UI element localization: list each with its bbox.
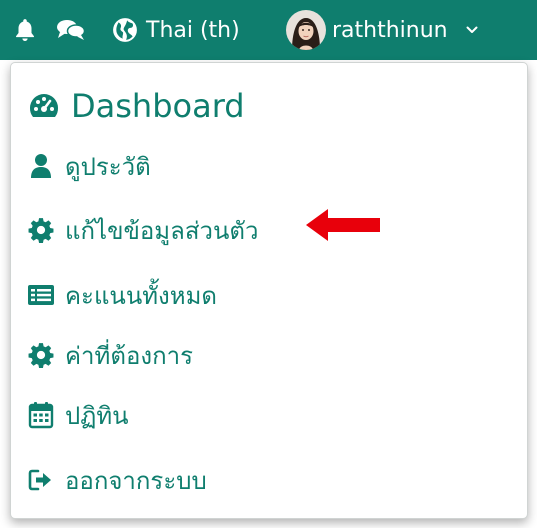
page: Thai (th) raththinun Dashboard ดูประวัติ… xyxy=(0,0,537,528)
dashboard-icon xyxy=(27,89,61,123)
menu-item-calendar[interactable]: ปฏิทิน xyxy=(27,389,129,441)
user-menu[interactable]: raththinun xyxy=(286,0,478,60)
menu-item-label: ออกจากระบบ xyxy=(65,466,207,495)
grades-list-icon xyxy=(27,281,55,309)
menu-item-grades[interactable]: คะแนนทั้งหมด xyxy=(27,269,217,321)
menu-item-preferences[interactable]: ค่าที่ต้องการ xyxy=(27,329,193,381)
chevron-down-icon xyxy=(466,25,478,35)
globe-icon xyxy=(112,17,138,43)
menu-item-edit-profile[interactable]: แก้ไขข้อมูลส่วนตัว xyxy=(27,204,258,256)
user-icon xyxy=(27,152,55,180)
menu-item-label: ดูประวัติ xyxy=(65,152,151,181)
chat-icon[interactable] xyxy=(56,0,86,60)
language-menu[interactable]: Thai (th) xyxy=(112,0,240,60)
menu-item-label: ค่าที่ต้องการ xyxy=(65,341,193,370)
menu-item-label: แก้ไขข้อมูลส่วนตัว xyxy=(65,216,259,245)
gear-icon xyxy=(27,341,55,369)
menu-item-logout[interactable]: ออกจากระบบ xyxy=(27,454,207,506)
bell-icon[interactable] xyxy=(12,0,38,60)
calendar-icon xyxy=(27,401,55,429)
menu-item-profile[interactable]: ดูประวัติ xyxy=(27,140,151,192)
logout-icon xyxy=(27,466,55,494)
top-navbar: Thai (th) raththinun xyxy=(0,0,537,60)
annotation-arrow xyxy=(306,206,382,248)
menu-item-label: Dashboard xyxy=(71,87,245,125)
user-dropdown-menu: Dashboard ดูประวัติ แก้ไขข้อมูลส่วนตัว ค… xyxy=(10,62,528,519)
menu-item-label: คะแนนทั้งหมด xyxy=(65,281,217,310)
menu-item-dashboard[interactable]: Dashboard xyxy=(27,80,245,132)
language-label: Thai (th) xyxy=(146,17,240,43)
avatar xyxy=(286,10,326,50)
menu-item-label: ปฏิทิน xyxy=(65,401,129,430)
gear-icon xyxy=(27,216,55,244)
username-label: raththinun xyxy=(332,17,448,43)
